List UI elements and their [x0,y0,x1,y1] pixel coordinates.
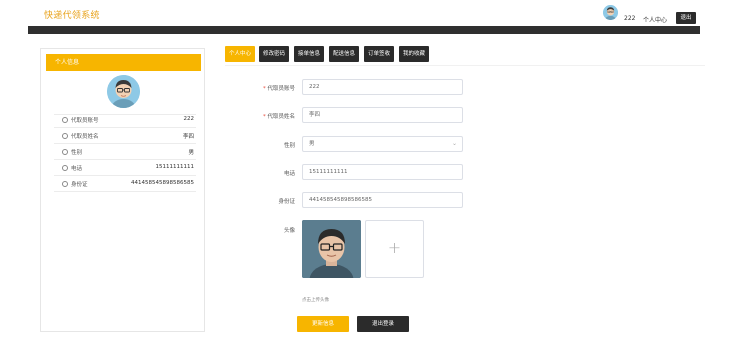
name-field[interactable]: 李四 [302,107,463,123]
gender-select[interactable]: 男 ⌄ [302,136,463,152]
profile-avatar [107,75,140,108]
personal-center-link[interactable]: 个人中心 [643,15,667,24]
user-circle-icon [62,181,68,187]
logout-button[interactable]: 退出登录 [357,316,409,332]
avatar-icon [107,75,140,108]
page: 快递代领系统 222 个人中心 退出 个人信息 代取员账号 222 代取员姓名 … [0,0,732,341]
profile-card-title: 个人信息 [46,54,201,71]
info-label: 性别 [71,150,83,156]
header-strip [28,26,700,34]
info-row-name: 代取员姓名 李四 [54,128,196,144]
account-label: * 代取员账号 [262,86,295,92]
tab-favorites[interactable]: 我的收藏 [399,46,429,62]
update-info-button[interactable]: 更新信息 [297,316,349,332]
name-label: * 代取员姓名 [262,114,295,120]
upload-tip: 点击上传头像 [302,298,329,303]
app-title: 快递代领系统 [44,11,100,21]
tab-divider [225,65,705,66]
tab-delivery-info[interactable]: 配送信息 [329,46,359,62]
idcard-label: 身份证 [278,199,295,205]
idcard-field[interactable]: 441458545898586585 [302,192,463,208]
gender-selected-value: 男 [309,141,315,147]
avatar-icon [603,5,618,20]
gender-label: 性别 [283,143,295,149]
header-avatar[interactable] [603,5,618,20]
user-circle-icon [62,133,68,139]
account-field[interactable]: 222 [302,79,463,95]
info-row-idcard: 身份证 441458545898586585 [54,176,196,192]
user-circle-icon [62,149,68,155]
plus-icon: + [387,238,402,257]
user-circle-icon [62,117,68,123]
tab-change-password[interactable]: 修改密码 [259,46,289,62]
profile-card: 个人信息 代取员账号 222 代取员姓名 李四 性别 男 电话 15111111… [40,48,205,332]
tab-order-info[interactable]: 接单信息 [294,46,324,62]
info-row-phone: 电话 15111111111 [54,160,196,176]
upload-avatar-button[interactable]: + [365,220,424,278]
info-label: 电话 [71,166,83,172]
info-label: 代取员姓名 [71,134,99,140]
tab-order-sign[interactable]: 订单签收 [364,46,394,62]
tab-personal-center[interactable]: 个人中心 [225,46,255,62]
header-username: 222 [624,15,636,22]
uploaded-avatar-image[interactable] [302,220,361,278]
info-value: 15111111111 [155,164,195,170]
user-circle-icon [62,165,68,171]
phone-field[interactable]: 15111111111 [302,164,463,180]
chevron-down-icon: ⌄ [451,140,457,147]
info-row-gender: 性别 男 [54,144,196,160]
info-label: 身份证 [71,182,88,188]
phone-label: 电话 [283,171,295,177]
avatar-photo [302,220,361,278]
info-value: 222 [183,116,195,122]
info-label: 代取员账号 [71,118,99,124]
avatar-label: 头像 [283,228,295,234]
top-header: 快递代领系统 222 个人中心 退出 [0,0,732,27]
info-value: 男 [188,150,194,156]
info-row-account: 代取员账号 222 [54,112,196,128]
header-logout-button[interactable]: 退出 [676,12,696,24]
info-value: 李四 [182,134,194,140]
info-value: 441458545898586585 [131,180,194,186]
